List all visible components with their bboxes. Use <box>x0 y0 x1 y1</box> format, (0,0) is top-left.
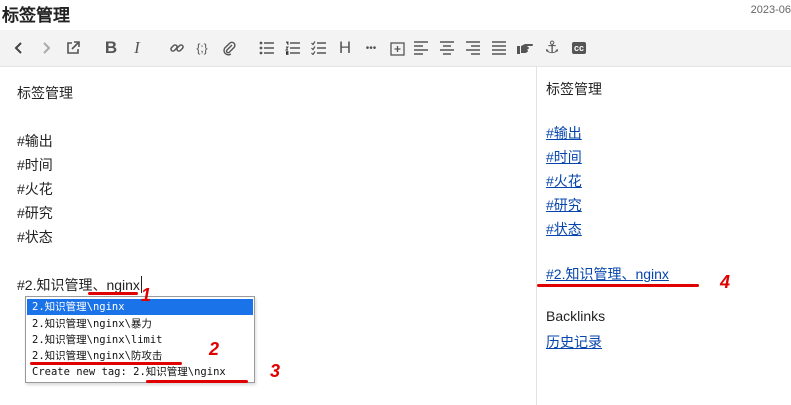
bullet-list-icon <box>259 41 274 55</box>
annotation-underline <box>88 292 138 295</box>
attach-button[interactable] <box>218 30 240 66</box>
annotation-underline <box>30 362 182 365</box>
more-button[interactable]: ••• <box>359 30 383 66</box>
italic-icon: I <box>134 38 140 57</box>
bold-icon: B <box>104 38 118 57</box>
more-dots-icon: ••• <box>365 42 377 54</box>
note-title: 标签管理 <box>2 6 70 25</box>
annotation-underline <box>146 380 248 383</box>
align-center-icon <box>440 41 454 55</box>
align-right-button[interactable] <box>462 30 484 66</box>
preview-current-tag-link[interactable]: #2.知识管理、nginx <box>546 264 669 284</box>
chevron-right-icon <box>43 42 51 54</box>
numbered-list-button[interactable] <box>282 30 304 66</box>
annotation-marker-3: 3 <box>270 361 281 381</box>
paperclip-icon <box>223 41 236 56</box>
bold-button[interactable]: B <box>100 30 122 66</box>
align-left-icon <box>414 41 428 55</box>
checklist-button[interactable] <box>308 30 330 66</box>
note-date: 2023-06 <box>750 4 791 16</box>
anchor-button[interactable]: ⚓ <box>540 30 564 66</box>
external-link-icon <box>67 41 80 54</box>
editor-tag-line[interactable]: #时间 <box>17 155 53 175</box>
editor-tag-line[interactable]: #火花 <box>17 179 53 199</box>
preview-title: 标签管理 <box>546 81 602 97</box>
autocomplete-option[interactable]: 2.知识管理\nginx\limit <box>27 332 253 348</box>
editor-tag-line[interactable]: #研究 <box>17 203 53 223</box>
align-center-button[interactable] <box>436 30 458 66</box>
cc-icon: cc <box>571 42 586 54</box>
editor-toolbar: B I {;} H ••• ⚓ cc <box>0 30 791 67</box>
annotation-marker-1: 1 <box>141 285 152 305</box>
insert-date-button[interactable] <box>386 30 408 66</box>
annotation-underline <box>537 284 699 287</box>
autocomplete-option[interactable]: 2.知识管理\nginx\暴力 <box>27 316 253 332</box>
heading-icon: H <box>338 38 352 57</box>
italic-button[interactable]: I <box>126 30 148 66</box>
anchor-icon: ⚓ <box>544 38 560 57</box>
preview-pane: 标签管理 #输出 #时间 #火花 #研究 #状态 #2.知识管理、nginx B… <box>537 67 791 405</box>
align-justify-button[interactable] <box>488 30 510 66</box>
align-right-icon <box>466 41 480 55</box>
current-line-text: #2.知识管理、nginx <box>17 277 140 293</box>
editor-tag-line[interactable]: #状态 <box>17 227 53 247</box>
chevron-left-icon <box>14 42 22 54</box>
code-button[interactable]: {;} <box>190 30 214 66</box>
numbered-list-icon <box>285 41 300 55</box>
calendar-plus-icon <box>389 41 405 56</box>
preview-tag-link[interactable]: #火花 <box>546 171 582 191</box>
annotation-marker-2: 2 <box>209 339 220 359</box>
align-justify-icon <box>492 41 506 55</box>
backlinks-heading: Backlinks <box>546 308 606 324</box>
cc-button[interactable]: cc <box>567 30 591 66</box>
autocomplete-create-option[interactable]: Create new tag: 2.知识管理\nginx <box>27 364 253 380</box>
tag-autocomplete-popup: 2.知识管理\nginx 2.知识管理\nginx\暴力 2.知识管理\ngin… <box>25 296 255 383</box>
checklist-icon <box>311 41 326 55</box>
preview-tag-link[interactable]: #研究 <box>546 195 582 215</box>
heading-button[interactable]: H <box>334 30 356 66</box>
forward-button[interactable] <box>35 30 57 66</box>
back-button[interactable] <box>8 30 30 66</box>
annotation-marker-4: 4 <box>720 272 731 292</box>
preview-tag-link[interactable]: #输出 <box>546 123 582 143</box>
link-button[interactable] <box>166 30 188 66</box>
hand-button[interactable] <box>514 30 536 66</box>
autocomplete-option-selected[interactable]: 2.知识管理\nginx <box>27 299 253 315</box>
code-braces-icon: {;} <box>196 41 208 55</box>
align-left-button[interactable] <box>410 30 432 66</box>
editor-title-line[interactable]: 标签管理 <box>17 83 73 103</box>
preview-tag-link[interactable]: #时间 <box>546 147 582 167</box>
bullet-list-button[interactable] <box>256 30 278 66</box>
link-icon <box>170 44 184 52</box>
editor-tag-line[interactable]: #输出 <box>17 131 53 151</box>
open-external-button[interactable] <box>62 30 84 66</box>
title-bar: 标签管理 2023-06 <box>0 0 791 28</box>
backlink-item[interactable]: 历史记录 <box>546 332 602 352</box>
preview-tag-link[interactable]: #状态 <box>546 219 582 239</box>
pointing-hand-icon <box>517 44 533 54</box>
